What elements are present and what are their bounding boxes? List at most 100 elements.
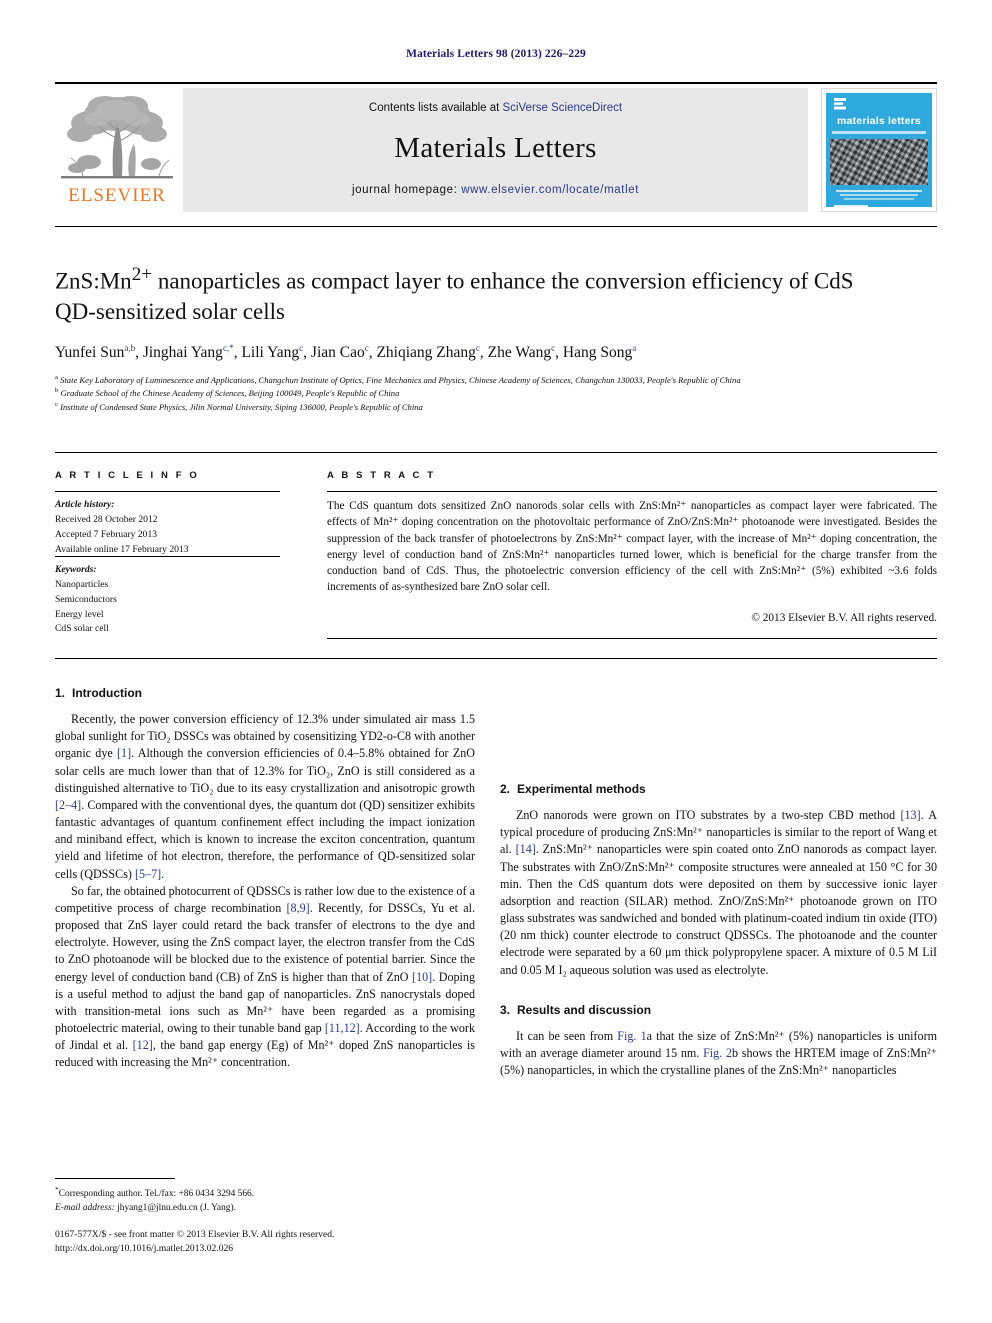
- author-6-affil-mark: c: [551, 343, 556, 353]
- running-head: Materials Letters 98 (2013) 226–229: [406, 48, 586, 60]
- intro-paragraph-2: So far, the obtained photocurrent of QDS…: [55, 883, 476, 1070]
- email-label: E-mail address:: [55, 1203, 115, 1214]
- author-1-name: Yunfei Sun: [55, 344, 125, 362]
- elsevier-logo: ELSEVIER: [55, 88, 179, 212]
- banner-bottom-rule: [55, 226, 937, 227]
- heading-introduction-number: 1.: [55, 686, 66, 700]
- keywords-block: Keywords: Nanoparticles Semiconductors E…: [55, 563, 280, 637]
- experimental-paragraph-1: ZnO nanorods were grown on ITO substrate…: [500, 808, 937, 977]
- history-received: Received 28 October 2012: [55, 513, 158, 525]
- author-5: Zhiqiang Zhangc: [376, 343, 480, 362]
- cover-caption-line-2: [840, 194, 918, 196]
- article-info-heading: A R T I C L E I N F O: [55, 470, 200, 481]
- author-3-affil-mark: c: [299, 343, 304, 353]
- results-paragraph-1: It can be seen from Fig. 1a that the siz…: [500, 1028, 937, 1078]
- article-info-rule: [55, 491, 280, 492]
- keywords-label: Keywords:: [55, 564, 97, 575]
- cover-divider: [832, 131, 926, 134]
- body-top-rule: [55, 658, 937, 659]
- heading-results-number: 3.: [500, 1002, 511, 1017]
- author-1-affil-mark: a,b: [124, 343, 136, 353]
- history-bottom-rule: [55, 556, 280, 557]
- abstract-bottom-rule: [327, 638, 937, 639]
- heading-results: 3. Results and discussion: [500, 1003, 937, 1017]
- author-3: Lili Yangc: [241, 343, 304, 362]
- journal-cover-thumbnail: materials letters: [821, 88, 937, 212]
- journal-homepage-link[interactable]: www.elsevier.com/locate/matlet: [461, 184, 639, 196]
- affiliation-c-mark: c: [55, 400, 58, 408]
- footnote-block: *Corresponding author. Tel./fax: +86 043…: [55, 1184, 475, 1215]
- cover-caption-line-1: [836, 190, 922, 192]
- homepage-prefix: journal homepage:: [351, 184, 462, 196]
- sciverse-sciencedirect-link[interactable]: SciVerse ScienceDirect: [503, 102, 623, 114]
- history-accepted: Accepted 7 February 2013: [55, 528, 158, 540]
- elsevier-tree-icon: [59, 90, 175, 186]
- body-column-left: 1. Introduction Recently, the power conve…: [55, 686, 475, 1072]
- affiliation-a: a State Key Laboratory of Luminescence a…: [55, 373, 935, 386]
- cover-micrograph-image: [830, 139, 928, 185]
- affiliation-b: b Graduate School of the Chinese Academy…: [55, 386, 935, 399]
- corresponding-author-note: *Corresponding author. Tel./fax: +86 043…: [55, 1184, 475, 1201]
- cover-background: materials letters: [826, 93, 932, 208]
- heading-introduction: 1. Introduction: [55, 686, 475, 700]
- author-7: Hang Songa: [562, 343, 637, 362]
- keyword-item: Energy level: [55, 608, 104, 620]
- title-part-2: nanoparticles as compact layer to enhanc…: [152, 268, 686, 294]
- author-4-name: Jian Cao: [310, 344, 365, 362]
- keyword-item: Nanoparticles: [55, 578, 109, 590]
- cover-caption-line-3: [844, 198, 914, 200]
- elsevier-wordmark: ELSEVIER: [68, 185, 166, 206]
- email-note: E-mail address: jhyang1@jlnu.edu.cn (J. …: [55, 1201, 475, 1215]
- cover-title-text: materials letters: [837, 115, 921, 127]
- banner-center: Contents lists available at SciVerse Sci…: [183, 88, 808, 212]
- article-history-label: Article history:: [55, 499, 115, 510]
- author-3-name: Lili Yang: [241, 344, 300, 362]
- title-part-1: ZnS:Mn: [55, 268, 132, 294]
- header-rule: [55, 82, 937, 84]
- page-title: ZnS:Mn2+ nanoparticles as compact layer …: [55, 262, 885, 327]
- author-2-name: Jinghai Yang: [142, 344, 223, 362]
- author-5-name: Zhiqiang Zhang: [376, 344, 476, 362]
- author-6-name: Zhe Wang: [487, 344, 552, 362]
- affiliation-a-mark: a: [55, 374, 58, 381]
- abstract-text: The CdS quantum dots sensitized ZnO nano…: [327, 500, 937, 594]
- heading-experimental-title: Experimental methods: [517, 782, 646, 796]
- author-1: Yunfei Suna,b: [55, 343, 136, 362]
- affiliation-c-text: Institute of Condensed State Physics, Ji…: [60, 401, 423, 412]
- body-column-right: . 2.Experimental methods ZnO nanorods we…: [500, 686, 937, 1079]
- info-top-rule: [55, 452, 937, 453]
- abstract-rule: [327, 491, 937, 492]
- heading-experimental-number: 2.: [500, 782, 511, 796]
- paper-page: Materials Letters 98 (2013) 226–229 ELSE…: [0, 0, 992, 1323]
- heading-introduction-title: Introduction: [72, 686, 142, 700]
- author-7-name: Hang Song: [562, 344, 633, 362]
- affiliation-b-text: Graduate School of the Chinese Academy o…: [60, 388, 400, 399]
- cover-footer-mark: [834, 205, 868, 208]
- author-4: Jian Caoc: [310, 343, 369, 362]
- author-7-affil-mark: a: [632, 343, 637, 353]
- heading-experimental: 2. Experimental methods: [500, 782, 937, 796]
- imprint-doi-line: http://dx.doi.org/10.1016/j.matlet.2013.…: [55, 1243, 234, 1255]
- abstract-heading: A B S T R A C T: [327, 470, 436, 481]
- author-5-affil-mark: c: [475, 343, 480, 353]
- email-address: jhyang1@jlnu.edu.cn (J. Yang).: [117, 1203, 236, 1214]
- heading-results-title: Results and discussion: [517, 1002, 652, 1017]
- contents-prefix: Contents lists available at: [368, 102, 503, 114]
- imprint-issn-line: 0167-577X/$ - see front matter © 2013 El…: [55, 1229, 335, 1240]
- affiliation-a-text: State Key Laboratory of Luminescence and…: [60, 374, 741, 385]
- corresponding-author-text: Corresponding author. Tel./fax: +86 0434…: [58, 1189, 255, 1200]
- intro-paragraph-1: Recently, the power conversion efficienc…: [55, 712, 475, 881]
- affiliation-c: c Institute of Condensed State Physics, …: [55, 400, 935, 413]
- journal-title: Materials Letters: [394, 132, 597, 164]
- cover-elsevier-icon: [833, 97, 847, 111]
- footnote-rule: [55, 1178, 175, 1179]
- journal-banner: ELSEVIER Contents lists available at Sci…: [55, 88, 937, 212]
- keyword-item: CdS solar cell: [55, 623, 109, 635]
- abstract-copyright: © 2013 Elsevier B.V. All rights reserved…: [751, 612, 937, 624]
- affiliation-b-mark: b: [55, 387, 59, 395]
- journal-homepage-line: journal homepage: www.elsevier.com/locat…: [183, 184, 808, 196]
- author-4-affil-mark: c: [364, 343, 369, 353]
- affiliation-list: a State Key Laboratory of Luminescence a…: [55, 373, 935, 413]
- title-superscript: 2+: [131, 264, 153, 285]
- contents-available-line: Contents lists available at SciVerse Sci…: [183, 102, 808, 114]
